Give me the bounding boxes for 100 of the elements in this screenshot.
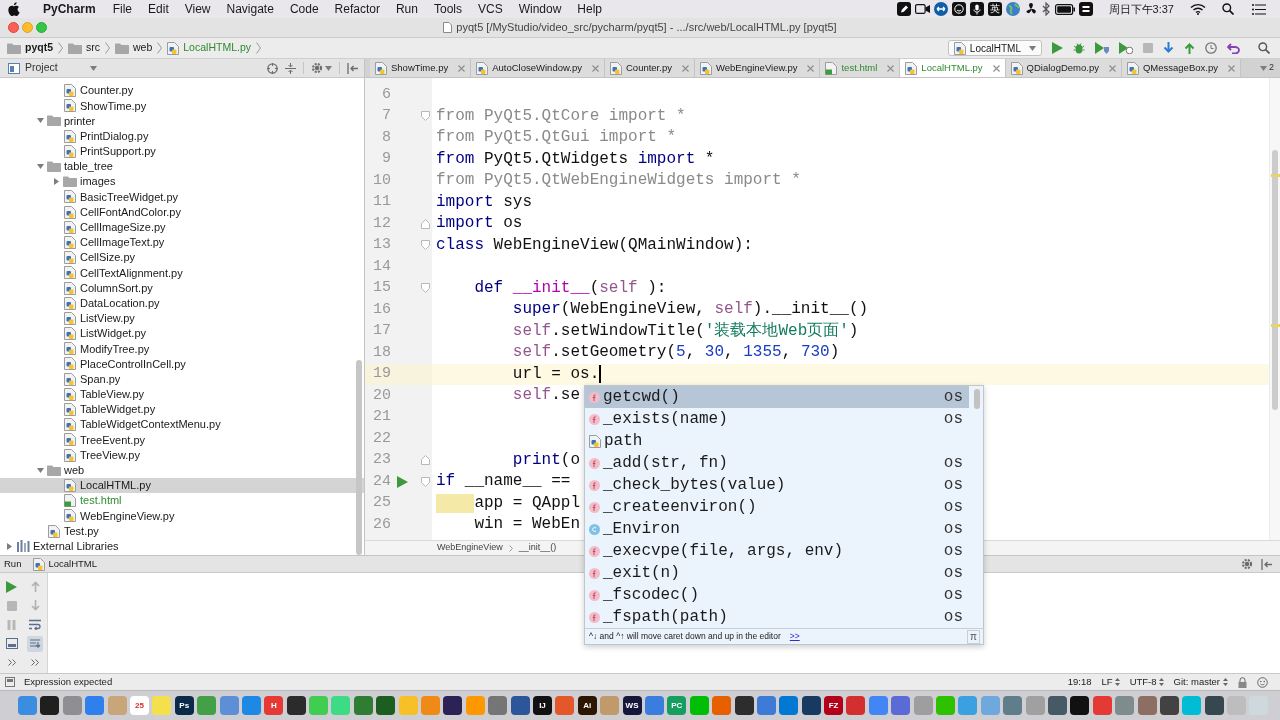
completion-item[interactable]: _exists(name) os bbox=[585, 408, 969, 430]
completion-item[interactable]: _fscodec() os bbox=[585, 584, 969, 606]
tree-item[interactable]: CellSize.py bbox=[0, 250, 364, 266]
more-link[interactable]: >> bbox=[789, 630, 800, 643]
app-icon[interactable] bbox=[1070, 696, 1090, 715]
app-icon[interactable] bbox=[1204, 696, 1224, 715]
editor-tab[interactable]: WebEngineView.py bbox=[694, 59, 821, 77]
tree-item[interactable]: ListView.py bbox=[0, 310, 364, 326]
completion-item[interactable]: _exit(n) os bbox=[585, 562, 969, 584]
tree-item[interactable]: CellTextAlignment.py bbox=[0, 265, 364, 281]
search-icon[interactable] bbox=[1222, 3, 1234, 15]
microphone-icon[interactable] bbox=[969, 2, 984, 16]
tree-item[interactable]: DataLocation.py bbox=[0, 295, 364, 311]
completion-item[interactable]: _add(str, fn) os bbox=[585, 452, 969, 474]
smiley-icon[interactable] bbox=[951, 2, 966, 16]
tree-item[interactable]: ShowTime.py bbox=[0, 98, 364, 114]
app-menu[interactable]: PyCharm bbox=[43, 0, 96, 18]
menu-item[interactable]: Run bbox=[395, 0, 418, 18]
menu-item[interactable]: Tools bbox=[433, 0, 462, 18]
battery-icon[interactable] bbox=[1054, 3, 1075, 15]
lock-icon[interactable] bbox=[1238, 676, 1247, 688]
tray-app-icon[interactable] bbox=[1078, 2, 1093, 16]
breadcrumb-item[interactable]: pyqt5 bbox=[7, 40, 53, 56]
run-configuration-dropdown[interactable]: LocalHTML bbox=[947, 40, 1042, 56]
close-icon[interactable] bbox=[807, 64, 815, 72]
gear-icon[interactable] bbox=[1241, 558, 1253, 570]
close-icon[interactable] bbox=[887, 64, 895, 72]
breadcrumb-item[interactable]: src bbox=[68, 40, 100, 56]
video-camera-icon[interactable] bbox=[914, 3, 930, 15]
app-icon[interactable] bbox=[1159, 696, 1179, 715]
tree-item[interactable]: CellFontAndColor.py bbox=[0, 204, 364, 220]
completion-item[interactable]: path bbox=[585, 430, 969, 452]
menu-item[interactable]: File bbox=[112, 0, 133, 18]
bluetooth-icon[interactable] bbox=[1041, 2, 1051, 16]
breadcrumb-item[interactable]: WebEngineView bbox=[437, 541, 503, 555]
pen-icon[interactable] bbox=[896, 2, 911, 16]
completion-item[interactable]: _check_bytes(value) os bbox=[585, 474, 969, 496]
completion-item[interactable]: getcwd() os bbox=[585, 386, 969, 408]
editor-scrollbar[interactable] bbox=[1269, 78, 1280, 540]
tree-item[interactable]: CellImageText.py bbox=[0, 234, 364, 251]
double-chevron-icon[interactable] bbox=[31, 659, 40, 666]
up-arrow-icon[interactable] bbox=[1184, 42, 1195, 54]
editor-tab[interactable]: LocalHTML.py bbox=[900, 59, 1006, 77]
collapse-all-icon[interactable] bbox=[285, 62, 296, 74]
close-icon[interactable] bbox=[1108, 64, 1116, 72]
circle-arrows-icon[interactable] bbox=[933, 2, 948, 16]
caret-down-icon[interactable] bbox=[89, 65, 97, 71]
hide-panel-icon[interactable] bbox=[347, 62, 358, 74]
completion-item[interactable]: _createenviron() os bbox=[585, 496, 969, 518]
double-chevron-icon[interactable] bbox=[7, 659, 16, 666]
app-icon[interactable] bbox=[443, 696, 463, 715]
pi-button[interactable]: π bbox=[967, 629, 980, 644]
editor-tab[interactable]: QMessageBox.py bbox=[1121, 59, 1241, 77]
bug-icon[interactable] bbox=[1073, 42, 1085, 54]
panel-title[interactable]: Project bbox=[25, 60, 58, 76]
wrap-lines-icon[interactable] bbox=[29, 619, 42, 630]
wifi-icon[interactable] bbox=[1190, 3, 1206, 15]
caret-down-icon[interactable] bbox=[36, 118, 44, 124]
menu-bar-clock[interactable]: 周日下午3:37 bbox=[1108, 0, 1174, 18]
tree-item[interactable]: printer bbox=[0, 113, 364, 129]
menu-item[interactable]: VCS bbox=[477, 0, 503, 18]
app-icon[interactable]: Ai bbox=[577, 696, 597, 715]
breadcrumb-item[interactable]: LocalHTML.py bbox=[167, 40, 251, 56]
menu-item[interactable]: Refactor bbox=[334, 0, 380, 18]
panel-toggle-icon[interactable] bbox=[5, 677, 15, 687]
up-arrow-icon[interactable] bbox=[30, 581, 40, 592]
input-method-indicator[interactable]: 英 bbox=[987, 2, 1002, 16]
tree-item[interactable]: PlaceControlInCell.py bbox=[0, 356, 364, 372]
menu-item[interactable]: Navigate bbox=[226, 0, 274, 18]
tree-item[interactable]: WebEngineView.py bbox=[0, 508, 364, 524]
app-icon[interactable]: WS bbox=[622, 696, 642, 715]
app-icon[interactable]: H bbox=[264, 696, 284, 715]
caret-right-icon[interactable] bbox=[53, 178, 59, 186]
close-icon[interactable] bbox=[681, 64, 689, 72]
scrollbar-thumb[interactable] bbox=[1272, 150, 1278, 410]
caret-down-icon[interactable] bbox=[36, 467, 44, 473]
breadcrumb-item[interactable]: __init__() bbox=[518, 541, 557, 555]
tree-item[interactable]: TreeView.py bbox=[0, 447, 364, 463]
search-icon[interactable] bbox=[1258, 42, 1270, 54]
completion-item[interactable]: _execvpe(file, args, env) os bbox=[585, 540, 969, 562]
scrollbar-thumb[interactable] bbox=[356, 360, 362, 555]
zoom-window-button[interactable] bbox=[36, 22, 47, 33]
close-icon[interactable] bbox=[458, 64, 466, 72]
layout-icon[interactable] bbox=[5, 638, 18, 649]
tree-item[interactable]: TreeEvent.py bbox=[0, 432, 364, 448]
editor-tab[interactable]: Counter.py bbox=[605, 59, 695, 77]
scrollbar-thumb[interactable] bbox=[974, 389, 980, 409]
tree-item[interactable]: CellImageSize.py bbox=[0, 219, 364, 235]
editor-tab[interactable]: ShowTime.py bbox=[370, 59, 472, 77]
tree-item[interactable]: ListWidget.py bbox=[0, 326, 364, 342]
tree-item[interactable]: ColumnSort.py bbox=[0, 280, 364, 296]
face-icon[interactable] bbox=[1257, 676, 1268, 688]
menu-item[interactable]: Help bbox=[577, 0, 603, 18]
editor-tab[interactable]: QDialogDemo.py bbox=[1005, 59, 1122, 77]
app-icon[interactable]: Ps bbox=[174, 696, 194, 715]
stop-icon[interactable] bbox=[6, 600, 17, 611]
tree-item[interactable]: test.html bbox=[0, 493, 364, 509]
tree-item[interactable]: BasicTreeWidget.py bbox=[0, 189, 364, 205]
tree-item[interactable]: LocalHTML.py bbox=[0, 477, 364, 494]
app-icon[interactable] bbox=[40, 696, 60, 715]
